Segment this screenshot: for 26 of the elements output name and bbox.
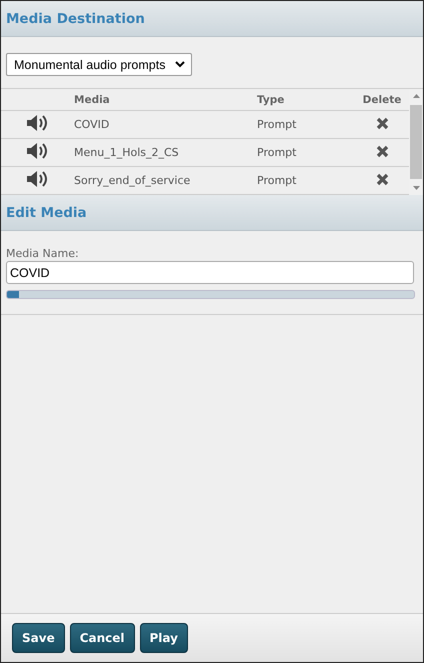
delete-icon[interactable]	[376, 116, 388, 130]
media-name-field[interactable]: COVID	[6, 261, 414, 284]
media-name-cell-text: COVID	[73, 118, 110, 131]
type-cell-text: Prompt	[256, 118, 298, 131]
scroll-down-icon[interactable]	[412, 186, 420, 190]
action-button[interactable]: Play	[140, 623, 188, 653]
media-name-cell-text: Menu_1_Hols_2_CS	[73, 146, 180, 159]
column-header: Delete	[362, 94, 402, 106]
column-header: Media	[73, 94, 111, 106]
speaker-icon[interactable]	[26, 114, 48, 132]
media-folder-dropdown[interactable]: Monumental audio prompts	[6, 53, 192, 76]
section-title: Media Destination	[1, 1, 423, 37]
delete-icon[interactable]	[376, 172, 388, 186]
type-cell-text: Prompt	[256, 174, 298, 187]
action-button[interactable]: Save	[12, 623, 65, 653]
media-name-cell-text: Sorry_end_of_service	[73, 174, 192, 187]
action-button[interactable]: Cancel	[70, 623, 135, 653]
type-cell-text: Prompt	[256, 146, 298, 159]
column-header: Type	[256, 94, 286, 106]
section-title: Edit Media	[1, 195, 423, 231]
scroll-up-icon[interactable]	[412, 94, 420, 98]
field-label: Media Name:	[6, 247, 80, 260]
delete-icon[interactable]	[376, 144, 388, 158]
speaker-icon[interactable]	[26, 142, 48, 160]
caret-icon	[175, 61, 186, 68]
speaker-icon[interactable]	[26, 170, 48, 188]
